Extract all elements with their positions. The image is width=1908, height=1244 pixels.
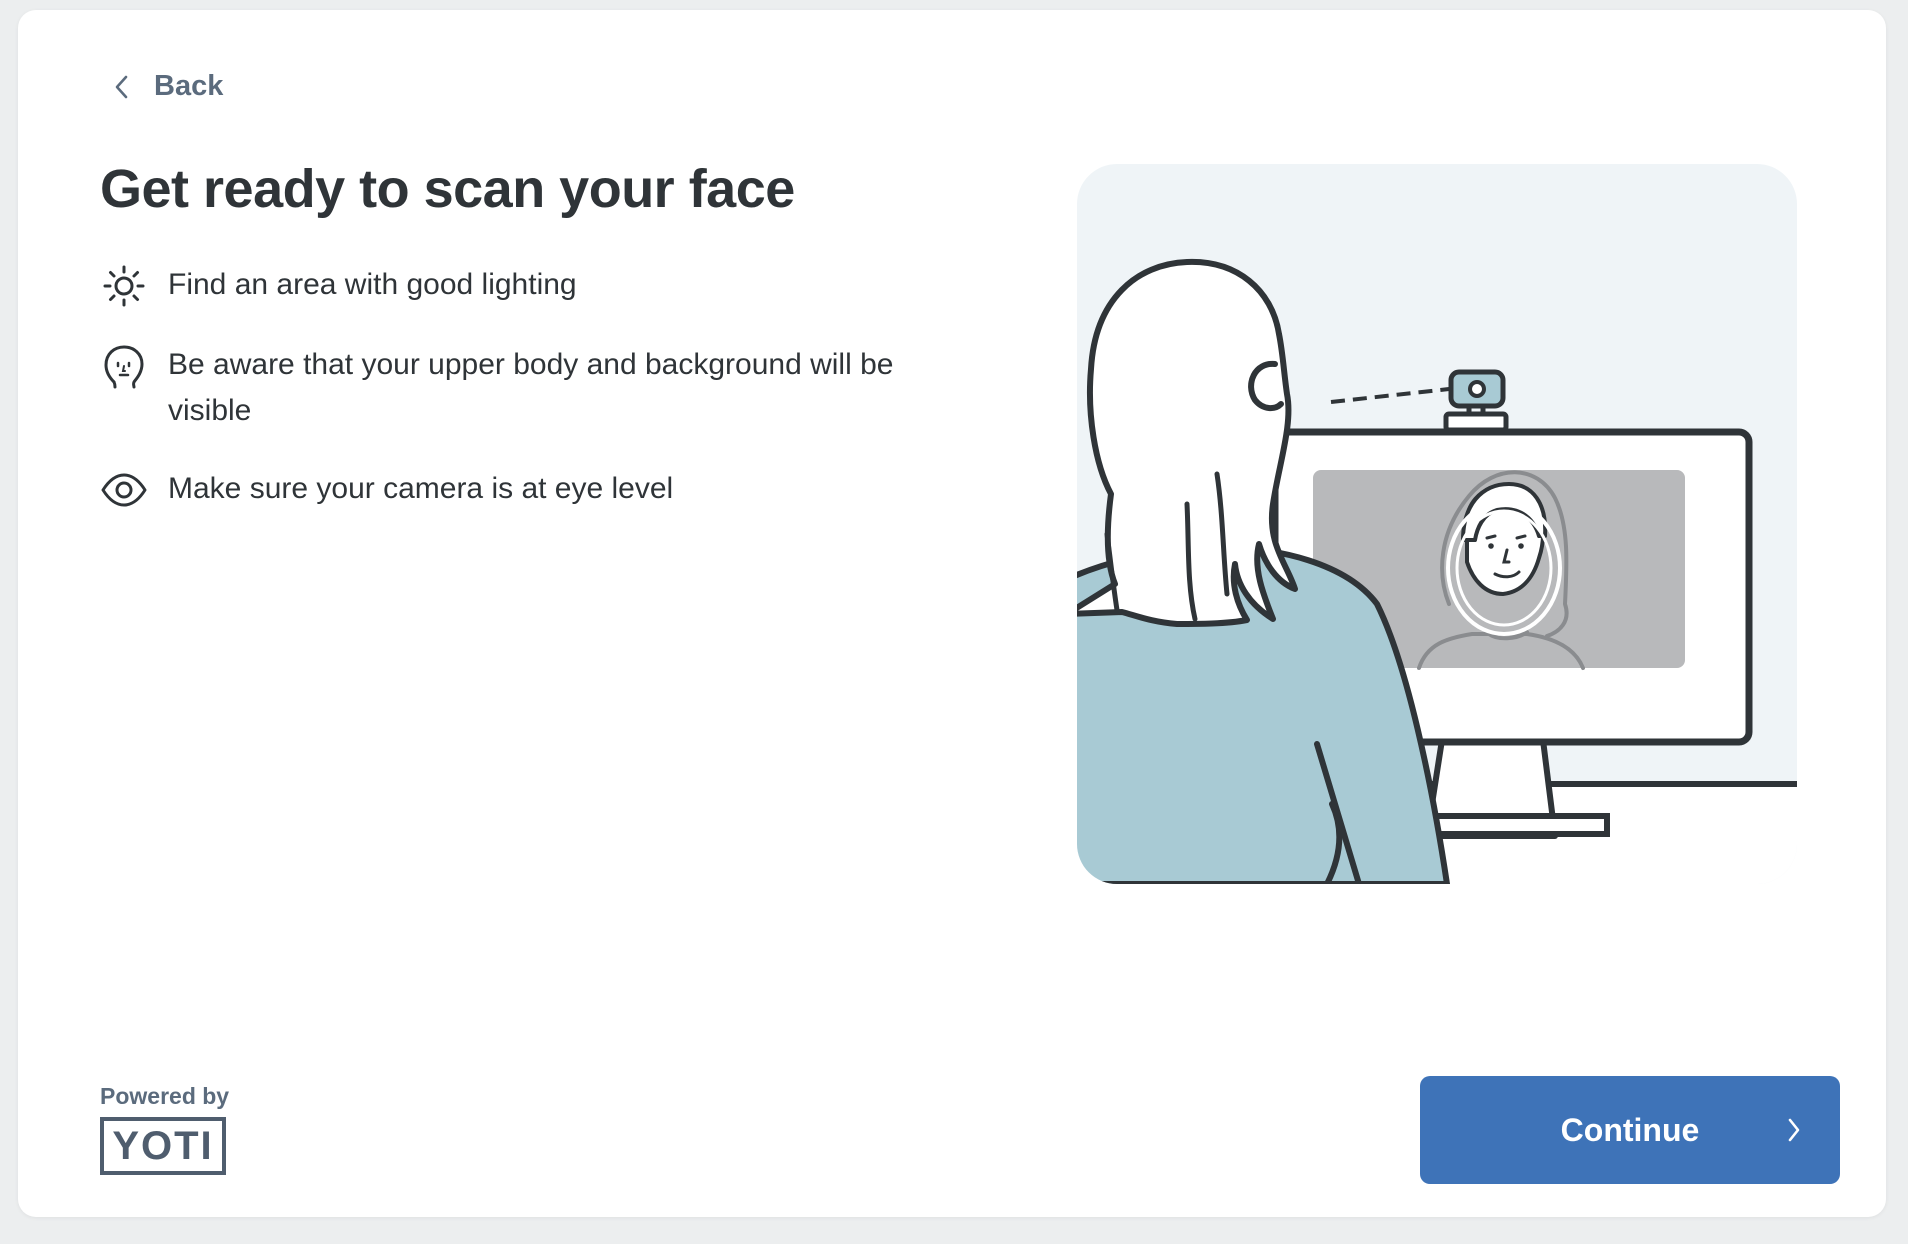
back-button[interactable]: Back xyxy=(112,70,223,103)
tip-visibility: Be aware that your upper body and backgr… xyxy=(100,342,980,434)
face-scan-illustration xyxy=(1077,164,1797,884)
sun-icon xyxy=(100,262,148,310)
tips-list: Find an area with good lighting Be aware… xyxy=(100,262,980,546)
tip-text: Make sure your camera is at eye level xyxy=(168,472,674,505)
page-title: Get ready to scan your face xyxy=(100,159,795,219)
chevron-right-icon xyxy=(1788,1118,1800,1142)
tip-lighting: Find an area with good lighting xyxy=(100,262,980,310)
tip-text: Find an area with good lighting xyxy=(168,268,577,301)
continue-button[interactable]: Continue xyxy=(1420,1076,1840,1184)
chevron-left-icon xyxy=(115,75,128,98)
back-label: Back xyxy=(154,70,224,102)
eye-icon xyxy=(100,466,148,514)
tip-text: Be aware that your upper body and backgr… xyxy=(168,348,894,427)
yoti-logo: YOTI xyxy=(100,1117,226,1175)
tip-eye-level: Make sure your camera is at eye level xyxy=(100,466,980,514)
powered-by-label: Powered by xyxy=(100,1083,230,1109)
continue-label: Continue xyxy=(1560,1111,1700,1148)
main-card: Back Get ready to scan your face Find an… xyxy=(18,10,1886,1217)
face-outline-icon xyxy=(100,342,148,390)
